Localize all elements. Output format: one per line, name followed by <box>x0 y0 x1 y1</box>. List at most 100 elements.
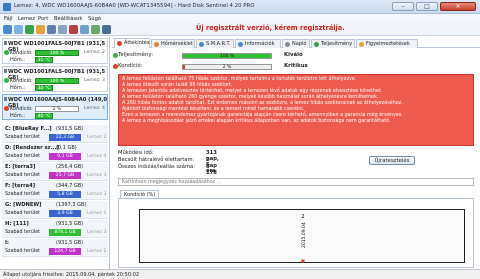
tab-condition-chart[interactable]: Kondíció (%) <box>120 190 160 198</box>
volume-item[interactable]: G: [WDNEW] (1397,3 GB) Szabad terület 3,… <box>2 201 108 219</box>
smart-icon <box>199 42 204 47</box>
report-icon[interactable] <box>36 25 45 34</box>
free-space-bar: 878,1 GB <box>49 229 81 236</box>
condition-label: Kondíció: <box>118 63 143 69</box>
bell-icon <box>359 42 364 47</box>
condition-bar: 100 % <box>35 78 79 84</box>
volume-name: G: [WDNEW] <box>5 202 42 208</box>
maximize-button[interactable]: □ <box>416 2 438 11</box>
condition-row: Kondíció: <box>113 63 143 69</box>
menu-port[interactable]: Port <box>38 16 48 22</box>
chart-point <box>301 259 305 263</box>
performance-icon <box>314 42 319 47</box>
ok-icon <box>4 78 9 83</box>
volume-item[interactable]: I: (931,5 GB) Szabad terület 124,7 GB Le… <box>2 239 108 257</box>
volume-item[interactable]: C: [BlueRay F...] (931,5 GB) Szabad terü… <box>2 125 108 143</box>
menu-help[interactable]: Súgó <box>88 16 101 22</box>
tab-log[interactable]: Napló <box>282 39 310 48</box>
ok-icon <box>113 53 118 58</box>
menu-settings[interactable]: Beállítások <box>54 16 82 22</box>
temp-bar: 31 °C <box>35 57 53 63</box>
free-space-bar: 22,3 GB <box>49 134 81 141</box>
tab-label: S.M.A.R.T. <box>206 41 231 47</box>
uptime-label: Működési idő: <box>118 150 154 156</box>
temp-bar: 40 °C <box>35 113 53 119</box>
chart-point-label: 2 <box>301 214 304 220</box>
tab-label: Teljesítmény <box>321 41 353 47</box>
retest-button[interactable]: Újratesztelés <box>369 156 415 165</box>
alert-icon[interactable] <box>69 25 78 34</box>
volume-size: (256,4 GB) <box>56 164 84 170</box>
chart-x-tick-label: 2015.09.04 <box>301 222 307 248</box>
starts-label: Összes indulás/leállás száma: <box>118 164 195 170</box>
volume-item[interactable]: D: [Rendszer sz...] (0,1 GB) Szabad terü… <box>2 144 108 162</box>
performance-bar: 100 % <box>182 53 272 59</box>
volume-name: C: [BlueRay F...] <box>5 126 52 132</box>
volume-name: F: [terra4] <box>5 183 36 189</box>
test-icon[interactable] <box>25 25 34 34</box>
settings-icon[interactable] <box>47 25 56 34</box>
free-space-bar: 3,9 GB <box>49 210 81 217</box>
title-bar: Lemez: 4, WDC WD1600AAJS-60B4A0 [WD-WCAT… <box>0 0 480 14</box>
menu-disk[interactable]: Lemez <box>18 16 35 22</box>
volume-name: I: <box>5 240 10 246</box>
refresh-icon[interactable] <box>3 25 12 34</box>
tab-smart[interactable]: S.M.A.R.T. <box>196 39 234 48</box>
free-space-label: Szabad terület <box>5 154 41 159</box>
volume-item[interactable]: F: [terra4] (344,7 GB) Szabad terület 5,… <box>2 182 108 200</box>
volume-size: (0,1 GB) <box>56 145 77 151</box>
tab-information[interactable]: Információk <box>235 39 281 48</box>
remaining-row: Becsült hátralévő élettartam: 2 nap <box>118 157 217 169</box>
comment-field[interactable]: Kattintson megjegyzés hozzáadásához ... <box>118 178 474 186</box>
info-icon <box>238 42 243 47</box>
temp-label: Hőm.: <box>10 113 25 119</box>
overview-panel: Teljesítmény: 100 % Kiváló Kondíció: 2 %… <box>112 48 478 268</box>
disk-number: Lemez: 3 <box>84 78 105 83</box>
ok-icon <box>4 50 9 55</box>
minimize-button[interactable]: – <box>392 2 414 11</box>
disk-item[interactable]: WDC WD1001FALS-00J7B1 (931,5 GB) Kondíci… <box>2 38 108 64</box>
free-space-bar: 0,1 GB <box>49 153 81 160</box>
help-icon[interactable] <box>102 25 111 34</box>
volume-size: (931,5 GB) <box>56 221 84 227</box>
volume-disk: Lemez 2 <box>87 135 107 140</box>
volume-name: D: [Rendszer sz...] <box>5 145 59 151</box>
save-icon[interactable] <box>58 25 67 34</box>
volume-item[interactable]: E: [terra3] (256,4 GB) Szabad terület 25… <box>2 163 108 181</box>
registration-notice[interactable]: Új regisztrált verzió, kérem regisztrálj… <box>196 24 345 32</box>
volume-size: (931,5 GB) <box>56 126 84 132</box>
info-icon[interactable] <box>80 25 89 34</box>
volume-size: (1397,3 GB) <box>56 202 87 208</box>
volume-disk: Lemez 4 <box>87 154 107 159</box>
volume-disk: Lemez 3 <box>87 192 107 197</box>
free-space-bar: 124,7 GB <box>49 248 81 255</box>
condition-label: Kondíció: <box>10 78 33 84</box>
volume-disk: Lemez 1 <box>87 211 107 216</box>
disk-item-selected[interactable]: WDC WD1600AAJS-60B4A0 (149,0 GB) Kondíci… <box>2 94 108 120</box>
free-space-label: Szabad terület <box>5 192 41 197</box>
condition-bar: 2 % <box>182 64 272 70</box>
volume-name: E: [terra3] <box>5 164 36 170</box>
disk-number: Lemez: 2 <box>84 50 105 55</box>
volume-item[interactable]: H: [111] (931,5 GB) Szabad terület 878,1… <box>2 220 108 238</box>
tab-label: Napló <box>292 41 307 47</box>
tab-alerts[interactable]: Figyelmeztetések <box>356 39 418 48</box>
disk-icon[interactable] <box>14 25 23 34</box>
volume-size: (344,7 GB) <box>56 183 84 189</box>
disk-item[interactable]: WDC WD1001FALS-00J7B1 (931,5 GB) Kondíci… <box>2 66 108 92</box>
tab-label: Figyelmeztetések <box>366 41 410 47</box>
tab-label: Információk <box>245 41 275 47</box>
log-icon <box>285 42 290 47</box>
condition-chart: 2 2015.09.04 <box>301 214 307 263</box>
menu-file[interactable]: Fájl <box>4 16 13 22</box>
tab-performance[interactable]: Teljesítmény <box>311 39 355 48</box>
tab-overview[interactable]: Áttekintés <box>114 38 150 48</box>
performance-row: Teljesítmény: <box>113 52 153 58</box>
close-button[interactable]: ✕ <box>440 2 476 11</box>
free-space-label: Szabad terület <box>5 230 41 235</box>
uptime-row: Működési idő: 313 nap, 5 óra <box>118 150 219 174</box>
tab-temperature[interactable]: Hőmérséklet <box>151 39 195 48</box>
tab-bar: Áttekintés Hőmérséklet S.M.A.R.T. Inform… <box>112 37 480 48</box>
power-icon[interactable] <box>91 25 100 34</box>
warning-icon <box>4 106 9 111</box>
